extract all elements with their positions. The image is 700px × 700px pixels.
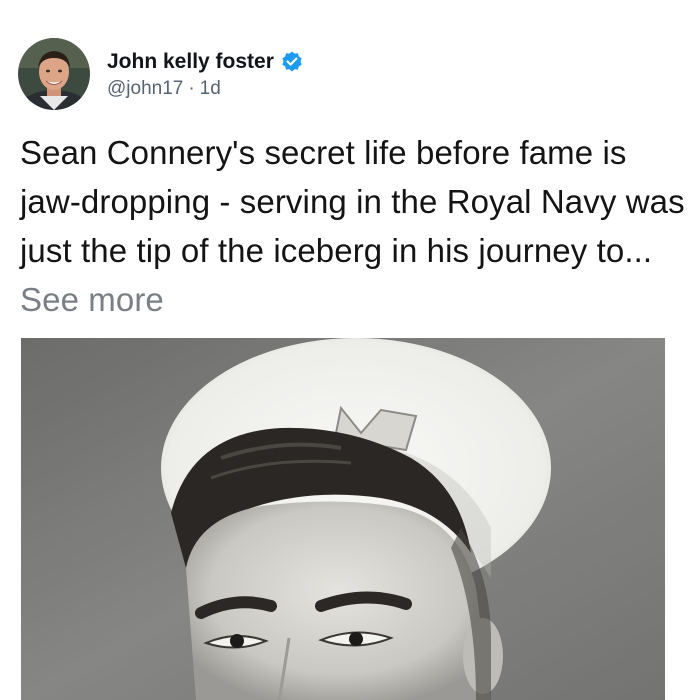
post-photo[interactable] bbox=[21, 338, 665, 700]
post-card: John kelly foster @john17 · 1d Sean Conn… bbox=[0, 0, 700, 700]
sailor-portrait-image bbox=[21, 338, 665, 700]
post-timestamp[interactable]: 1d bbox=[200, 78, 221, 100]
verified-badge-icon bbox=[280, 50, 304, 74]
avatar-image bbox=[18, 38, 90, 110]
author-info: John kelly foster @john17 · 1d bbox=[107, 48, 304, 100]
see-more-link[interactable]: See more bbox=[20, 281, 164, 318]
author-name[interactable]: John kelly foster bbox=[107, 50, 274, 74]
post-text: Sean Connery's secret life before fame i… bbox=[20, 128, 695, 324]
post-meta: @john17 · 1d bbox=[107, 78, 304, 100]
post-header: John kelly foster @john17 · 1d bbox=[18, 36, 304, 112]
author-avatar[interactable] bbox=[18, 38, 90, 110]
author-handle[interactable]: @john17 bbox=[107, 78, 183, 100]
meta-separator: · bbox=[188, 78, 195, 99]
author-name-row: John kelly foster bbox=[107, 48, 304, 76]
post-text-content: Sean Connery's secret life before fame i… bbox=[20, 134, 685, 269]
